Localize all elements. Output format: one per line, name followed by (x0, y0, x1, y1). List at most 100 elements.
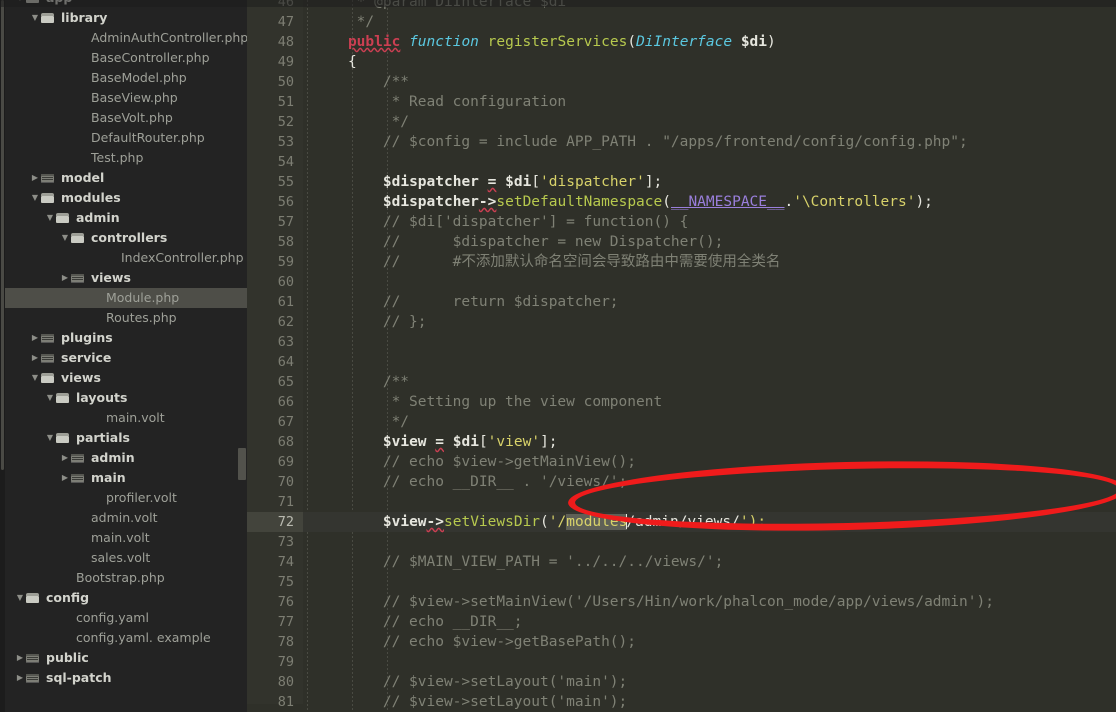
code-line[interactable]: // $di['dispatcher'] = function() { (303, 212, 1116, 232)
tree-folder-plugins[interactable]: ▶ plugins (0, 328, 247, 348)
line-number[interactable]: 71 (247, 492, 303, 512)
tree-folder-modules[interactable]: ▼ modules (0, 188, 247, 208)
tree-file-defaultrouter-php[interactable]: ▶DefaultRouter.php (0, 128, 247, 148)
tree-file-test-php[interactable]: ▶Test.php (0, 148, 247, 168)
code-line[interactable]: * @param DiInterface $di (303, 0, 1116, 12)
code-line[interactable]: */ (303, 112, 1116, 132)
tree-file-baseview-php[interactable]: ▶BaseView.php (0, 88, 247, 108)
code-line[interactable] (303, 652, 1116, 672)
chevron-right-icon[interactable]: ▶ (59, 448, 71, 468)
line-number[interactable]: 58 (247, 232, 303, 252)
tree-file-adminauthcontroller-php[interactable]: ▶AdminAuthController.php (0, 28, 247, 48)
chevron-down-icon[interactable]: ▼ (59, 228, 71, 248)
project-tree-panel[interactable]: ▼app▼library▶AdminAuthController.php▶Bas… (0, 0, 247, 712)
chevron-down-icon[interactable]: ▼ (14, 0, 26, 8)
code-line[interactable]: * Read configuration (303, 92, 1116, 112)
tree-folder-controllers[interactable]: ▼ controllers (0, 228, 247, 248)
tree-file-admin-volt[interactable]: ▶admin.volt (0, 508, 247, 528)
code-line[interactable]: // return $dispatcher; (303, 292, 1116, 312)
tree-folder-partials[interactable]: ▼ partials (0, 428, 247, 448)
line-number[interactable]: 59 (247, 252, 303, 272)
line-number[interactable]: 46 (247, 0, 303, 12)
tree-folder-service[interactable]: ▶ service (0, 348, 247, 368)
project-tree-scrollbar-thumb[interactable] (238, 448, 246, 480)
tree-folder-config[interactable]: ▼ config (0, 588, 247, 608)
code-line[interactable]: /** (303, 72, 1116, 92)
code-line[interactable] (303, 572, 1116, 592)
code-line[interactable]: * Setting up the view component (303, 392, 1116, 412)
line-number[interactable]: 75 (247, 572, 303, 592)
line-number[interactable]: 81 (247, 692, 303, 712)
line-number[interactable]: 79 (247, 652, 303, 672)
tree-folder-app[interactable]: ▼ app (0, 0, 247, 8)
window-scrollbar-track[interactable] (0, 0, 5, 712)
code-line[interactable]: // #不添加默认命名空间会导致路由中需要使用全类名 (303, 252, 1116, 272)
tree-folder-admin[interactable]: ▶ admin (0, 448, 247, 468)
tree-file-bootstrap-php[interactable]: ▶Bootstrap.php (0, 568, 247, 588)
code-line[interactable]: // $view->setMainView('/Users/Hin/work/p… (303, 592, 1116, 612)
line-number[interactable]: 73 (247, 532, 303, 552)
chevron-down-icon[interactable]: ▼ (14, 588, 26, 608)
tree-folder-admin[interactable]: ▼ admin (0, 208, 247, 228)
line-number[interactable]: 64 (247, 352, 303, 372)
project-tree-scrollbar-track[interactable] (237, 0, 247, 712)
line-number[interactable]: 53 (247, 132, 303, 152)
line-number[interactable]: 68 (247, 432, 303, 452)
code-line[interactable]: // $dispatcher = new Dispatcher(); (303, 232, 1116, 252)
line-number[interactable]: 76 (247, 592, 303, 612)
line-number[interactable]: 60 (247, 272, 303, 292)
tree-folder-library[interactable]: ▼ library (0, 8, 247, 28)
tree-file-module-php[interactable]: ▶Module.php (0, 288, 247, 308)
code-line[interactable]: /** (303, 372, 1116, 392)
line-number[interactable]: 80 (247, 672, 303, 692)
tree-folder-model[interactable]: ▶ model (0, 168, 247, 188)
chevron-down-icon[interactable]: ▼ (29, 8, 41, 28)
code-line[interactable]: */ (303, 12, 1116, 32)
tree-folder-sql-patch[interactable]: ▶ sql-patch (0, 668, 247, 688)
chevron-right-icon[interactable]: ▶ (29, 348, 41, 368)
chevron-right-icon[interactable]: ▶ (14, 648, 26, 668)
code-line[interactable]: // echo __DIR__ . '/views/'; (303, 472, 1116, 492)
code-line[interactable]: // echo __DIR__; (303, 612, 1116, 632)
line-number[interactable]: 66 (247, 392, 303, 412)
code-line[interactable]: $dispatcher->setDefaultNamespace(__NAMES… (303, 192, 1116, 212)
line-number[interactable]: 67 (247, 412, 303, 432)
tree-file-routes-php[interactable]: ▶Routes.php (0, 308, 247, 328)
line-number[interactable]: 56 (247, 192, 303, 212)
code-line[interactable] (303, 152, 1116, 172)
line-number[interactable]: 63 (247, 332, 303, 352)
line-number[interactable]: 49 (247, 52, 303, 72)
line-number[interactable]: 47 (247, 12, 303, 32)
line-number[interactable]: 78 (247, 632, 303, 652)
tree-file-config-yaml[interactable]: ▶config.yaml (0, 608, 247, 628)
chevron-down-icon[interactable]: ▼ (29, 188, 41, 208)
chevron-down-icon[interactable]: ▼ (44, 388, 56, 408)
line-number[interactable]: 55 (247, 172, 303, 192)
chevron-right-icon[interactable]: ▶ (14, 668, 26, 688)
code-line[interactable] (303, 532, 1116, 552)
line-number[interactable]: 69 (247, 452, 303, 472)
window-scrollbar-thumb[interactable] (1, 0, 4, 470)
tree-folder-views[interactable]: ▼ views (0, 368, 247, 388)
tree-folder-main[interactable]: ▶ main (0, 468, 247, 488)
line-number[interactable]: 62 (247, 312, 303, 332)
line-number[interactable]: 52 (247, 112, 303, 132)
code-line[interactable]: { (303, 52, 1116, 72)
tree-file-basemodel-php[interactable]: ▶BaseModel.php (0, 68, 247, 88)
line-number[interactable]: 48 (247, 32, 303, 52)
code-line[interactable]: // $view->setLayout('main'); (303, 672, 1116, 692)
code-line[interactable]: // echo $view->getMainView(); (303, 452, 1116, 472)
tree-file-basecontroller-php[interactable]: ▶BaseController.php (0, 48, 247, 68)
tree-file-profiler-volt[interactable]: ▶profiler.volt (0, 488, 247, 508)
line-number[interactable]: 57 (247, 212, 303, 232)
tree-folder-views[interactable]: ▶ views (0, 268, 247, 288)
line-number[interactable]: 65 (247, 372, 303, 392)
tree-file-indexcontroller-php[interactable]: ▶IndexController.php (0, 248, 247, 268)
line-number[interactable]: 50 (247, 72, 303, 92)
chevron-right-icon[interactable]: ▶ (59, 468, 71, 488)
code-line[interactable]: // $config = include APP_PATH . "/apps/f… (303, 132, 1116, 152)
line-number[interactable]: 54 (247, 152, 303, 172)
line-number[interactable]: 51 (247, 92, 303, 112)
code-line[interactable]: // $view->setLayout('main'); (303, 692, 1116, 712)
code-editor[interactable]: 46 47 48 49 50 51 52 53 54 55 56 57 58 59 60 61 62 63 64 65… (247, 0, 1116, 712)
